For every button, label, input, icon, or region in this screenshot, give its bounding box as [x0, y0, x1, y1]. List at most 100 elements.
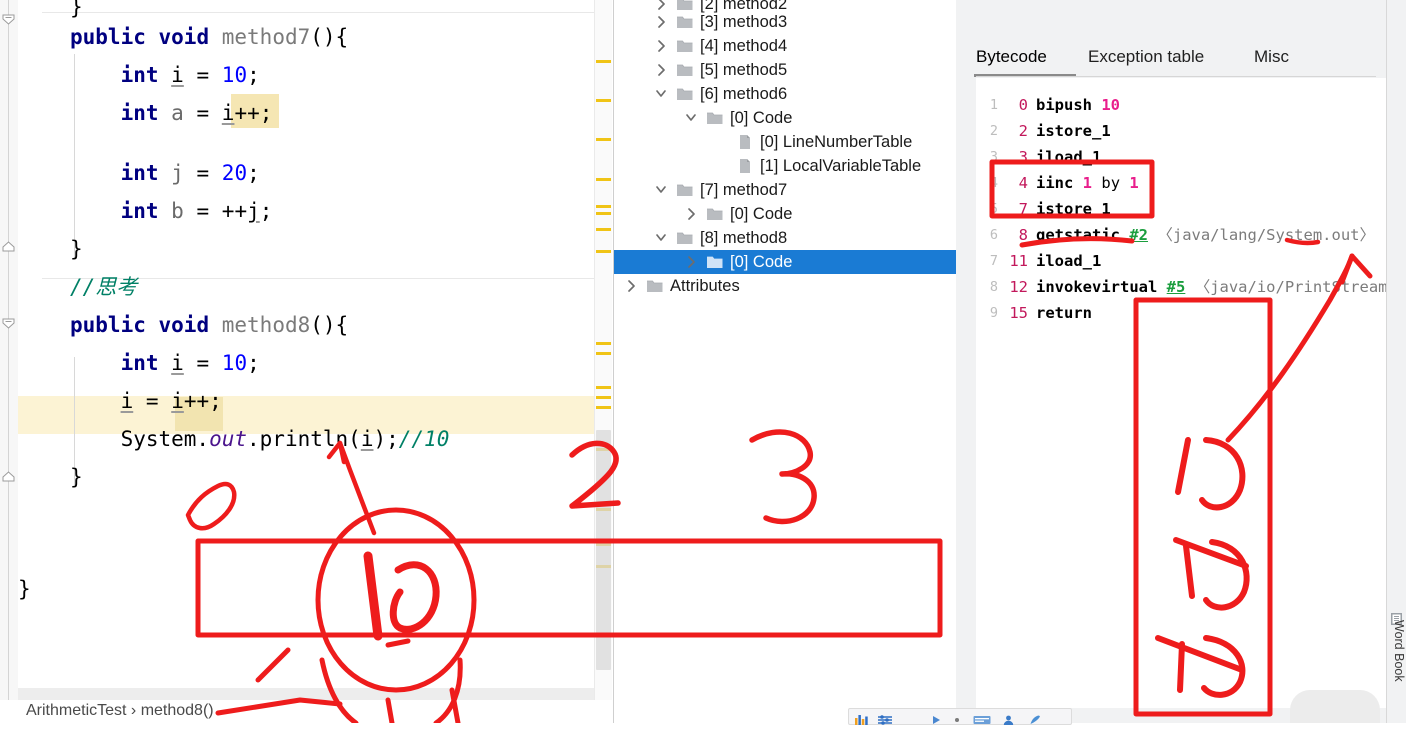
editor-vertical-scroll-thumb[interactable] [596, 430, 611, 670]
editor-fold-gutter[interactable] [0, 0, 19, 723]
folder-icon [676, 10, 694, 34]
code-line-i-equals-ipp[interactable]: i = i++; [70, 382, 594, 420]
bytecode-tabs[interactable]: Bytecode Exception table Misc [974, 42, 1396, 77]
tree-row-label: [0] Code [730, 109, 793, 127]
tab-misc[interactable]: Misc [1254, 42, 1289, 76]
code-line-method7-signature[interactable]: public void method7(){ [70, 18, 594, 56]
chevron-down-icon[interactable] [654, 226, 668, 250]
editor-marker-strip[interactable] [594, 0, 612, 723]
tree-row[interactable]: [0] Code [614, 250, 956, 274]
chevron-right-icon[interactable] [684, 250, 698, 274]
bytecode-offset: 2 [1018, 122, 1028, 140]
chevron-right-icon[interactable] [654, 34, 668, 58]
warning-marker[interactable] [596, 60, 611, 63]
warning-marker[interactable] [596, 250, 611, 253]
panel-title-clipped [976, 0, 1176, 12]
warning-marker[interactable] [596, 386, 611, 389]
code-line-int-i-10-a[interactable]: int i = 10; [70, 56, 594, 94]
tab-bytecode[interactable]: Bytecode [976, 42, 1047, 76]
chevron-down-icon[interactable] [654, 82, 668, 106]
tree-row[interactable]: [6] method6 [614, 82, 956, 106]
tree-row[interactable]: [0] Code [614, 202, 956, 226]
code-line-int-a-ipp[interactable]: int a = i++; [70, 94, 594, 132]
bytecode-instruction-row[interactable]: 2 2 istore_1 [976, 118, 1386, 144]
code-line-comment-sikao[interactable]: //思考 [70, 268, 594, 306]
chevron-right-icon[interactable] [654, 58, 668, 82]
code-line-int-i-10-b[interactable]: int i = 10; [70, 344, 594, 382]
chevron-right-icon[interactable] [684, 202, 698, 226]
chevron-right-icon[interactable] [624, 274, 638, 298]
code-line-class-close[interactable]: } [18, 570, 594, 608]
warning-marker[interactable] [596, 406, 611, 409]
chevron-down-icon[interactable] [654, 178, 668, 202]
fold-marker-collapse-1[interactable] [1, 14, 16, 26]
person-icon[interactable] [1003, 712, 1014, 725]
keyboard-icon[interactable] [973, 712, 991, 724]
dot-icon[interactable] [953, 712, 961, 722]
constant-pool-desc: 〈java/lang/System.out〉 [1157, 226, 1375, 244]
code-line-println[interactable]: System.out.println(i);//10 [70, 420, 594, 458]
floating-toolbar[interactable] [848, 708, 1072, 725]
tree-row[interactable]: Attributes [614, 274, 956, 298]
tree-row-label: [3] method3 [700, 13, 788, 31]
bytecode-instruction-row[interactable]: 3 3 iload_1 [976, 144, 1386, 170]
code-line-method7-close[interactable]: } [70, 230, 594, 268]
bytecode-offset: 15 [1009, 304, 1028, 322]
tree-row[interactable]: [3] method3 [614, 10, 956, 34]
warning-marker[interactable] [596, 212, 611, 215]
code-editor-pane[interactable]: } public void method7(){ int i = 10; int… [0, 0, 612, 723]
chevron-down-icon[interactable] [684, 106, 698, 130]
bytecode-line-number: 9 [989, 305, 998, 321]
class-structure-tree[interactable]: [2] method2 [3] method3 [4] method4 [5] met… [613, 0, 956, 723]
comment-sikao: //思考 [70, 275, 138, 299]
code-line-int-b-ppj[interactable]: int b = ++j; [70, 192, 594, 230]
tree-row[interactable]: [0] Code [614, 106, 956, 130]
warning-marker[interactable] [596, 138, 611, 141]
warning-marker[interactable] [596, 342, 611, 345]
warning-marker[interactable] [596, 228, 611, 231]
code-line-int-j-20[interactable]: int j = 20; [70, 154, 594, 192]
bottom-right-overlay [1290, 690, 1380, 723]
tree-row[interactable]: [8] method8 [614, 226, 956, 250]
pen-icon[interactable] [1029, 712, 1041, 724]
constant-pool-ref[interactable]: #5 [1167, 278, 1186, 296]
chart-icon[interactable] [855, 712, 869, 725]
code-line-method8-close[interactable]: } [70, 458, 594, 496]
code-line-method8-signature[interactable]: public void method8(){ [70, 306, 594, 344]
bytecode-instruction-row[interactable]: 6 8 getstatic #2 〈java/lang/System.out〉 [976, 222, 1386, 248]
filter-icon[interactable] [877, 712, 893, 725]
bytecode-instruction-row[interactable]: 1 0 bipush 10 [976, 92, 1386, 118]
tree-row[interactable]: [5] method5 [614, 58, 956, 82]
warning-marker[interactable] [596, 352, 611, 355]
warning-marker[interactable] [596, 99, 611, 102]
bytecode-instruction-row[interactable]: 5 7 istore_1 [976, 196, 1386, 222]
tree-row[interactable]: [4] method4 [614, 34, 956, 58]
tree-row[interactable]: [0] LineNumberTable [614, 130, 956, 154]
opcode-mnemonic: bipush [1036, 96, 1092, 114]
bytecode-offset: 12 [1009, 278, 1028, 296]
tree-row[interactable]: [7] method7 [614, 178, 956, 202]
breadcrumb[interactable]: ArithmeticTest › method8() [0, 700, 612, 723]
bytecode-listing[interactable]: 1 0 bipush 10 2 2 istore_1 3 3 iload_1 4 4 iinc 1 b… [976, 78, 1406, 708]
warning-marker[interactable] [596, 178, 611, 181]
warning-marker[interactable] [596, 205, 611, 208]
fold-marker-end-1[interactable] [1, 240, 16, 252]
bytecode-instruction-row[interactable]: 7 11 iload_1 [976, 248, 1386, 274]
folder-icon [676, 58, 694, 82]
tab-exception-table[interactable]: Exception table [1088, 42, 1204, 76]
bytecode-instruction-row[interactable]: 9 15 return [976, 300, 1386, 326]
play-icon[interactable] [931, 712, 941, 724]
bytecode-instruction-row[interactable]: 4 4 iinc 1 by 1 [976, 170, 1386, 196]
tree-row[interactable]: [1] LocalVariableTable [614, 154, 956, 178]
word-book-tab-label[interactable]: Word Book [1390, 620, 1406, 692]
chevron-right-icon[interactable] [654, 10, 668, 34]
bytecode-panel[interactable]: Bytecode Exception table Misc 1 0 bipush 1… [956, 0, 1406, 723]
warning-marker[interactable] [596, 396, 611, 399]
code-text-area[interactable]: } public void method7(){ int i = 10; int… [18, 0, 594, 723]
right-tool-rail[interactable]: Word Book [1386, 0, 1406, 723]
bytecode-offset: 7 [1018, 200, 1028, 218]
fold-marker-collapse-2[interactable] [1, 318, 16, 330]
fold-marker-end-2[interactable] [1, 470, 16, 482]
bytecode-instruction-row[interactable]: 8 12 invokevirtual #5 〈java/io/PrintStream… [976, 274, 1406, 300]
constant-pool-ref[interactable]: #2 [1129, 226, 1148, 244]
